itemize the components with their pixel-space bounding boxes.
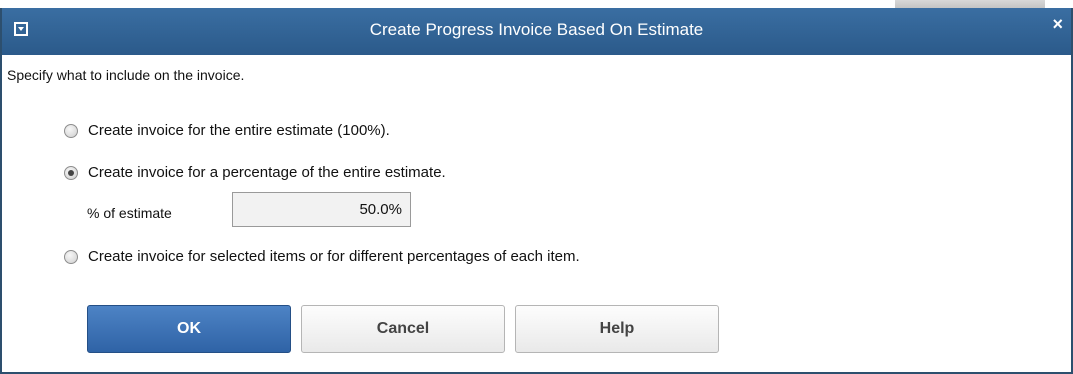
- percent-label: % of estimate: [87, 205, 172, 221]
- option-percentage-estimate[interactable]: Create invoice for a percentage of the e…: [64, 164, 446, 181]
- title-bar: Create Progress Invoice Based On Estimat…: [2, 8, 1071, 55]
- cancel-button[interactable]: Cancel: [301, 305, 505, 353]
- option-entire-estimate[interactable]: Create invoice for the entire estimate (…: [64, 122, 390, 139]
- option-label: Create invoice for a percentage of the e…: [88, 164, 446, 181]
- close-icon[interactable]: ×: [1052, 14, 1063, 35]
- instruction-text: Specify what to include on the invoice.: [7, 67, 245, 83]
- radio-percentage-estimate[interactable]: [64, 165, 78, 180]
- background-window-fragment: [895, 0, 1045, 8]
- radio-selected-items[interactable]: [64, 249, 78, 264]
- ok-button[interactable]: OK: [87, 305, 291, 353]
- radio-entire-estimate[interactable]: [64, 123, 78, 138]
- percent-of-estimate-input[interactable]: [232, 192, 411, 227]
- help-button[interactable]: Help: [515, 305, 719, 353]
- option-label: Create invoice for selected items or for…: [88, 248, 580, 265]
- option-label: Create invoice for the entire estimate (…: [88, 122, 390, 139]
- option-selected-items[interactable]: Create invoice for selected items or for…: [64, 248, 580, 265]
- dialog-title: Create Progress Invoice Based On Estimat…: [369, 20, 704, 39]
